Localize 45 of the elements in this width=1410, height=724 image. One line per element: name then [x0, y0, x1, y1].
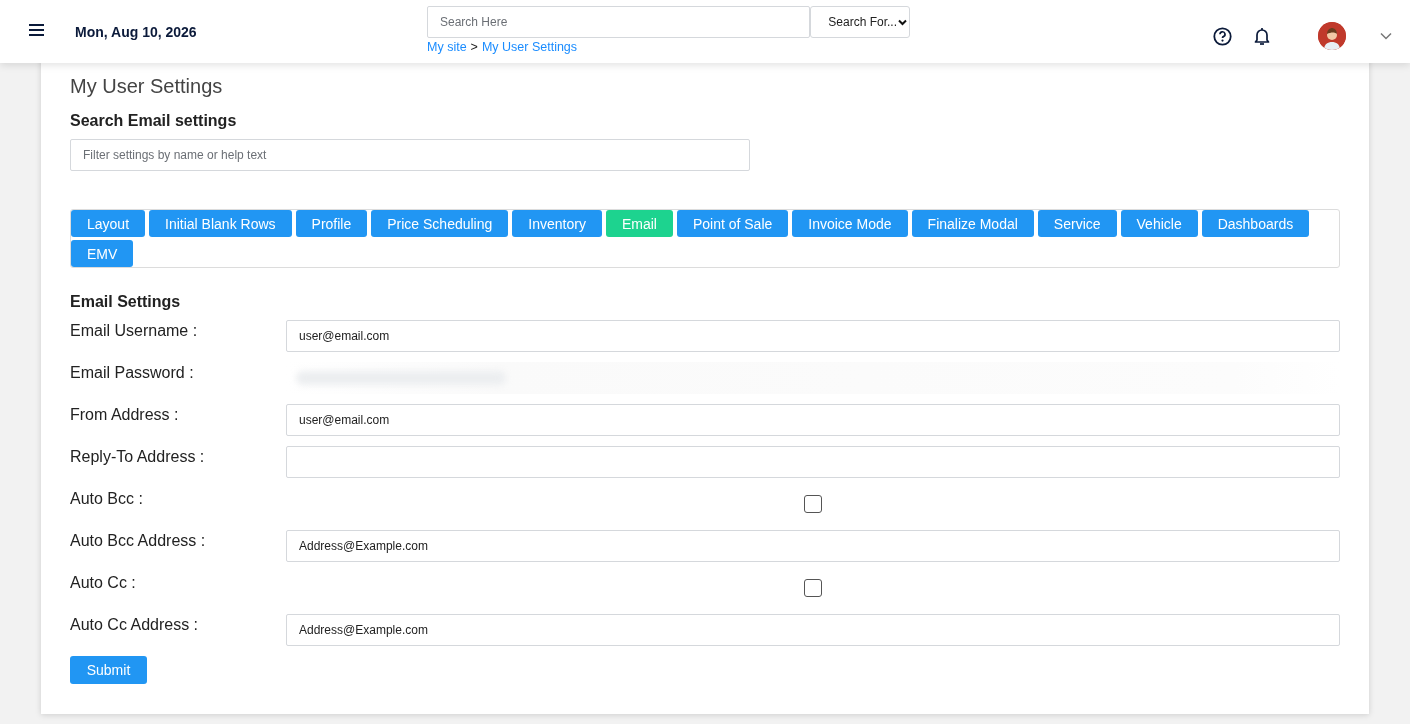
field-label: Auto Cc Address : [70, 615, 200, 635]
breadcrumb-separator: > [470, 40, 478, 54]
search-for-dropdown[interactable]: Search For... [810, 6, 910, 38]
section-heading: Email Settings [70, 293, 182, 311]
settings-tab[interactable]: Point of Sale [676, 210, 789, 237]
section-heading: Search Email settings [70, 112, 238, 130]
page-title: My User Settings [70, 74, 224, 98]
settings-tab[interactable]: Inventory [512, 210, 602, 237]
input-field[interactable] [286, 446, 1340, 478]
breadcrumb-link[interactable]: My User Settings [481, 40, 578, 54]
user-avatar[interactable] [1318, 22, 1346, 50]
date-text: Mon, Aug 10, 2026 [75, 24, 198, 40]
input-field[interactable]: user@email.com [286, 404, 1340, 436]
input-field[interactable]: Address@Example.com [286, 530, 1340, 562]
settings-tab[interactable]: Profile [295, 210, 368, 237]
field-label: Auto Bcc Address : [70, 531, 207, 551]
field-label: Auto Bcc : [70, 489, 144, 509]
field-label: Auto Cc : [70, 573, 137, 593]
notification-bell-icon[interactable] [1254, 26, 1270, 46]
field-label: Email Password : [70, 363, 195, 383]
field-label: From Address : [70, 405, 180, 425]
caret-icon [898, 18, 907, 26]
settings-tab[interactable]: Vehicle [1120, 210, 1198, 237]
settings-tab[interactable]: Service [1037, 210, 1117, 237]
field-label: Email Username : [70, 321, 199, 341]
settings-tab[interactable]: Dashboards [1201, 210, 1310, 237]
chevron-down-icon[interactable] [1380, 32, 1392, 40]
settings-tab[interactable]: Price Scheduling [371, 210, 509, 237]
menu-icon[interactable] [28, 23, 45, 37]
breadcrumb-link[interactable]: My site [427, 40, 467, 54]
checkbox[interactable] [804, 579, 822, 597]
submit-button[interactable]: Submit [70, 656, 147, 684]
input-field[interactable]: Address@Example.com [286, 614, 1340, 646]
settings-tab[interactable]: Invoice Mode [792, 210, 908, 237]
settings-tab[interactable]: Initial Blank Rows [149, 210, 292, 237]
settings-tab[interactable]: Layout [71, 210, 146, 237]
settings-tab[interactable]: EMV [71, 240, 134, 267]
field-label: Reply-To Address : [70, 447, 206, 467]
settings-tab[interactable]: Finalize Modal [911, 210, 1034, 237]
checkbox[interactable] [804, 495, 822, 513]
help-icon[interactable] [1213, 26, 1232, 46]
filter-field[interactable]: Filter settings by name or help text [70, 139, 750, 171]
input-field[interactable]: user@email.com [286, 320, 1340, 352]
search-field[interactable]: Search Here [427, 6, 810, 38]
settings-tab[interactable]: Email [605, 210, 673, 237]
